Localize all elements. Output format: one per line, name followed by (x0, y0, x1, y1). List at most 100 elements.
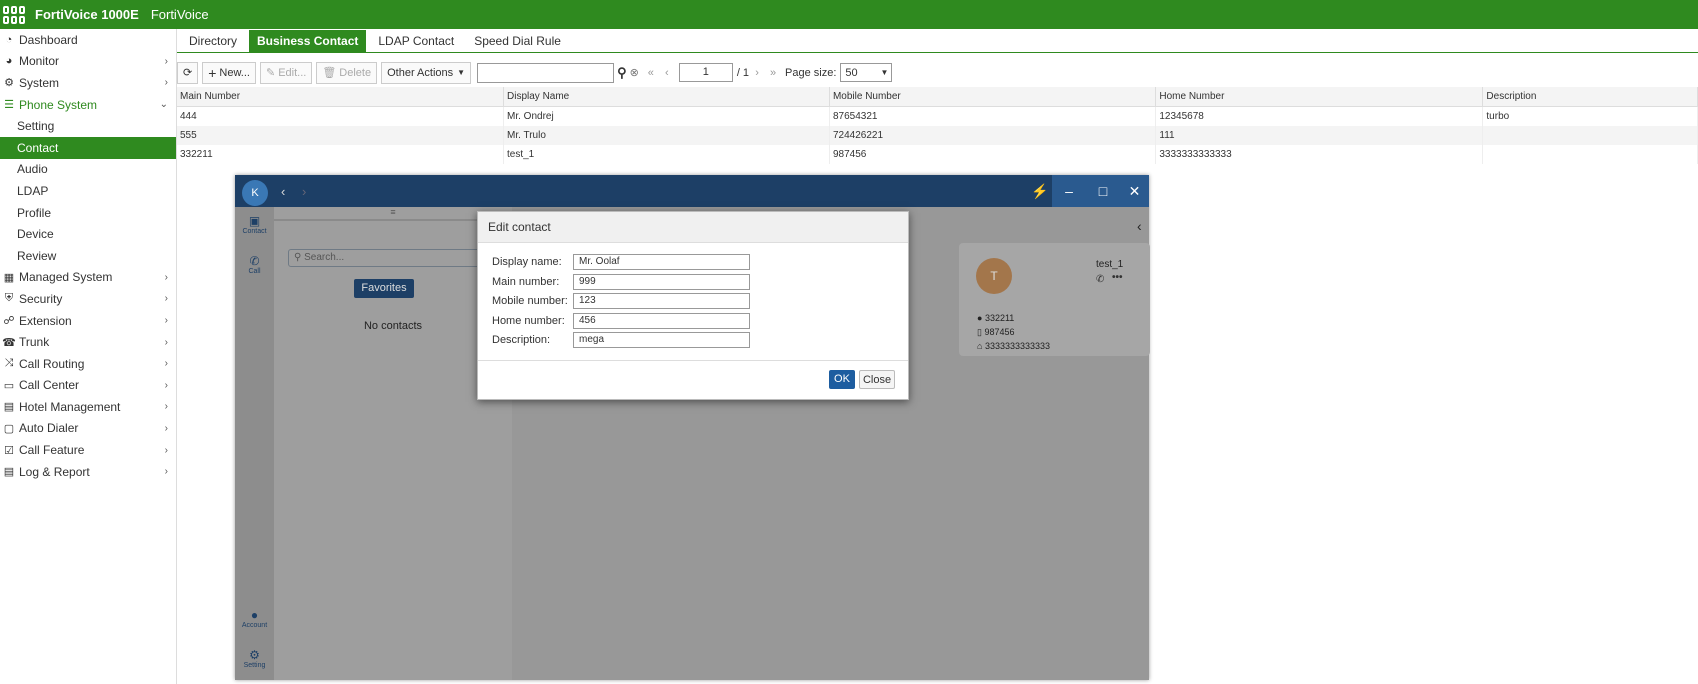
contact-main-number: 332211 (984, 313, 1015, 323)
search-icon: ⚲ (294, 252, 305, 263)
phone-icon[interactable]: ✆ (1096, 274, 1104, 285)
user-avatar[interactable]: K (242, 180, 268, 206)
contact-card[interactable]: T test_1 ✆ ••• ● 332211 ▯ 987456 ⌂ 33333… (959, 243, 1150, 356)
table-row[interactable]: 555 Mr. Trulo 724426221 111 (177, 126, 1698, 145)
close-button[interactable]: Close (859, 370, 895, 389)
tab-speed-dial-rule[interactable]: Speed Dial Rule (466, 30, 569, 52)
chevron-right-icon: › (164, 271, 168, 283)
minimize-button[interactable]: – (1052, 175, 1086, 207)
home-number-input[interactable]: 456 (573, 312, 750, 329)
column-header-display-name[interactable]: Display Name (503, 87, 830, 107)
sidebar-item-phone-system[interactable]: ☰ Phone System ⌄ (0, 94, 176, 116)
rail-contact[interactable]: ▣ Contact (235, 214, 274, 235)
new-button[interactable]: + New... (202, 61, 256, 84)
delete-label: Delete (339, 66, 372, 79)
more-icon[interactable]: ••• (1112, 272, 1123, 283)
table-cell-display-name: Mr. Ondrej (503, 106, 830, 126)
column-header-description[interactable]: Description (1482, 87, 1698, 107)
contact-search-input[interactable]: ⚲ Search... (288, 249, 495, 267)
sidebar-item-trunk[interactable]: ☎ Trunk › (0, 331, 176, 353)
sidebar-item-dashboard[interactable]: ◔ Dashboard (0, 29, 176, 51)
collapse-chevron-icon[interactable]: ‹ (1137, 218, 1142, 234)
rail-setting-label: Setting (243, 662, 266, 669)
other-actions-label: Other Actions (387, 66, 454, 79)
close-window-button[interactable]: ✕ (1120, 175, 1149, 207)
pin-icon[interactable]: ⚡ (1028, 175, 1052, 207)
chevron-right-icon: › (164, 401, 168, 413)
refresh-button[interactable]: ⟳ (177, 61, 199, 84)
sidebar-item-setting[interactable]: Setting (0, 115, 176, 137)
tab-directory[interactable]: Directory (181, 30, 245, 52)
ok-button[interactable]: OK (829, 370, 855, 389)
chevron-right-icon: › (164, 55, 168, 67)
sidebar-item-audio[interactable]: Audio (0, 159, 176, 181)
rail-call[interactable]: ✆ Call (235, 254, 274, 275)
sidebar-item-call-routing[interactable]: ⤨ Call Routing › (0, 353, 176, 375)
favorites-button[interactable]: Favorites (354, 279, 414, 298)
last-page-icon[interactable]: » (768, 67, 778, 79)
sidebar-item-auto-dialer[interactable]: ▢ Auto Dialer › (0, 418, 176, 440)
next-page-icon[interactable]: › (752, 67, 762, 79)
dialog-title: Edit contact (478, 212, 908, 243)
column-header-main-number[interactable]: Main Number (177, 87, 504, 107)
table-cell-mobile-number: 987456 (829, 145, 1157, 164)
sidebar-item-hotel-management[interactable]: ▤ Hotel Management › (0, 396, 176, 418)
page-number-input[interactable]: 1 (678, 63, 733, 82)
sidebar-item-ldap[interactable]: LDAP (0, 180, 176, 202)
table-cell-description (1482, 126, 1698, 145)
sidebar-item-device[interactable]: Device (0, 223, 176, 245)
search-input[interactable] (477, 62, 615, 83)
main-number-input[interactable]: 999 (573, 273, 750, 290)
sidebar-item-log-and-report[interactable]: ▤ Log & Report › (0, 461, 176, 483)
sidebar-item-extension[interactable]: ☍ Extension › (0, 310, 176, 332)
field-label-home-number: Home number: (492, 314, 565, 327)
forward-icon[interactable]: › (302, 184, 306, 199)
sidebar-item-contact[interactable]: Contact (0, 136, 176, 159)
sidebar-item-system[interactable]: ⚙ System › (0, 72, 176, 94)
search-icon[interactable]: ⚲ (617, 65, 627, 81)
column-header-home-number[interactable]: Home Number (1155, 87, 1484, 107)
chevron-right-icon: › (164, 315, 168, 327)
sidebar-item-call-feature[interactable]: ☑ Call Feature › (0, 439, 176, 461)
mobile-number-input[interactable]: 123 (573, 293, 750, 309)
toolbar: ⟳ + New... ✎ Edit... 🗑 Delete Other Actions… (177, 59, 1698, 86)
description-input[interactable]: mega (573, 332, 750, 348)
sidebar-item-managed-system[interactable]: ▦ Managed System › (0, 267, 176, 289)
tab-business-contact[interactable]: Business Contact (249, 30, 367, 52)
sidebar-item-label: Hotel Management (19, 399, 121, 414)
caret-down-icon: ▼ (457, 68, 466, 77)
contact-table: Main Number Display Name Mobile Number Home… (177, 87, 1698, 164)
tab-ldap-contact[interactable]: LDAP Contact (370, 30, 462, 52)
sidebar-item-profile[interactable]: Profile (0, 202, 176, 224)
field-row-description: Description: mega (492, 332, 750, 348)
prev-page-icon[interactable]: ‹ (662, 67, 672, 79)
edit-button[interactable]: ✎ Edit... (259, 61, 313, 84)
sidebar-item-monitor[interactable]: ◕ Monitor › (0, 51, 176, 73)
app-rail: ▣ Contact ✆ Call ● Account ⚙ Setting (235, 207, 274, 680)
refresh-icon: ⟳ (183, 67, 193, 79)
trunk-icon: ☎ (2, 336, 16, 349)
rail-account[interactable]: ● Account (235, 608, 274, 629)
table-row[interactable]: 332211 test_1 987456 3333333333333 (177, 145, 1698, 164)
sidebar-item-security[interactable]: ⛨ Security › (0, 288, 176, 310)
clear-search-icon[interactable]: ⊗ (630, 66, 639, 79)
display-name-input[interactable]: Mr. Oolaf (573, 254, 750, 270)
other-actions-dropdown[interactable]: Other Actions ▼ (381, 61, 472, 84)
gear-icon: ⚙ (249, 648, 260, 662)
call-feature-icon: ☑ (4, 444, 14, 457)
maximize-button[interactable]: □ (1086, 175, 1120, 207)
first-page-icon[interactable]: « (646, 67, 656, 79)
table-cell-home-number: 111 (1155, 126, 1484, 145)
page-size-value: 50 (845, 66, 858, 79)
chevron-right-icon: › (164, 422, 168, 434)
sidebar-item-call-center[interactable]: ▭ Call Center › (0, 375, 176, 397)
page-size-select[interactable]: 50 (840, 63, 893, 82)
product-name: FortiVoice 1000E (35, 7, 139, 22)
table-row[interactable]: 444 Mr. Ondrej 87654321 12345678 turbo (177, 106, 1698, 126)
rail-setting[interactable]: ⚙ Setting (235, 648, 274, 669)
field-row-display-name: Display name: Mr. Oolaf (492, 254, 750, 270)
delete-button[interactable]: 🗑 Delete (316, 61, 378, 84)
sidebar-item-review[interactable]: Review (0, 245, 176, 267)
back-icon[interactable]: ‹ (281, 184, 285, 199)
column-header-mobile-number[interactable]: Mobile Number (829, 87, 1157, 107)
